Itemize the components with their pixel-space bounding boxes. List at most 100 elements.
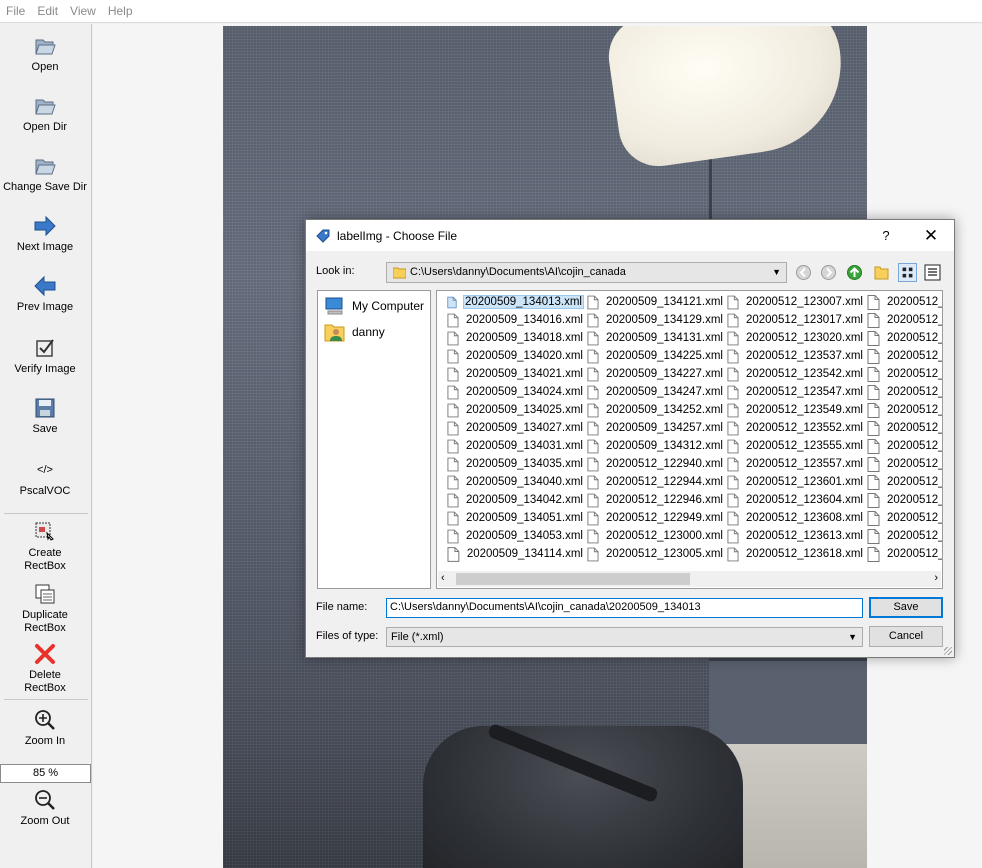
file-item[interactable]: 20200512_1 <box>863 365 942 383</box>
resize-grip[interactable] <box>944 647 952 655</box>
file-item[interactable]: 20200512_1 <box>863 419 942 437</box>
file-item[interactable]: 20200509_134031.xml <box>443 437 583 455</box>
list-view-icon[interactable] <box>898 263 917 282</box>
pascal-voc-button[interactable]: </> PscalVOC <box>0 458 90 498</box>
save-button[interactable]: Save <box>0 396 90 436</box>
open-dir-button[interactable]: Open Dir <box>0 94 90 134</box>
file-item[interactable]: 20200512_123005.xml <box>583 545 723 563</box>
file-item[interactable]: 20200512_123552.xml <box>723 419 863 437</box>
file-item[interactable]: 20200509_134018.xml <box>443 329 583 347</box>
file-item[interactable]: 20200512_123549.xml <box>723 401 863 419</box>
scroll-right-icon[interactable]: › <box>934 572 938 584</box>
file-item[interactable]: 20200509_134131.xml <box>583 329 723 347</box>
cancel-button[interactable]: Cancel <box>869 626 943 647</box>
file-item[interactable]: 20200509_134129.xml <box>583 311 723 329</box>
file-item[interactable]: 20200512_123557.xml <box>723 455 863 473</box>
file-item[interactable]: 20200512_122949.xml <box>583 509 723 527</box>
zoom-value-spinbox[interactable]: 85 % <box>0 764 91 783</box>
open-button[interactable]: Open <box>0 34 90 74</box>
file-item[interactable]: 20200512_123000.xml <box>583 527 723 545</box>
back-icon[interactable] <box>794 263 813 282</box>
file-item[interactable]: 20200512_1 <box>863 455 942 473</box>
menu-file[interactable]: File <box>0 0 31 23</box>
forward-icon[interactable] <box>819 263 838 282</box>
file-item[interactable]: 20200509_134051.xml <box>443 509 583 527</box>
file-item[interactable]: 20200512_123601.xml <box>723 473 863 491</box>
file-item[interactable]: 20200512_122940.xml <box>583 455 723 473</box>
create-rectbox-button[interactable]: Create RectBox <box>0 520 90 573</box>
file-item[interactable]: 20200512_123608.xml <box>723 509 863 527</box>
verify-image-button[interactable]: Verify Image <box>0 336 90 376</box>
file-item[interactable]: 20200509_134035.xml <box>443 455 583 473</box>
place-user-danny[interactable]: danny <box>324 321 385 343</box>
file-item[interactable]: 20200512_123555.xml <box>723 437 863 455</box>
file-item[interactable]: 20200512_1 <box>863 401 942 419</box>
file-item[interactable]: 20200512_123537.xml <box>723 347 863 365</box>
detail-view-icon[interactable] <box>923 263 942 282</box>
file-item[interactable]: 20200512_123604.xml <box>723 491 863 509</box>
file-item[interactable]: 20200509_134016.xml <box>443 311 583 329</box>
file-item[interactable]: 20200509_134257.xml <box>583 419 723 437</box>
zoom-out-button[interactable]: Zoom Out <box>0 788 90 828</box>
file-item[interactable]: 20200509_134114.xml <box>443 545 583 563</box>
help-button[interactable]: ? <box>864 220 908 251</box>
menu-view[interactable]: View <box>64 0 102 23</box>
save-file-button[interactable]: Save <box>869 597 943 618</box>
duplicate-rectbox-button[interactable]: Duplicate RectBox <box>0 582 90 635</box>
file-item[interactable]: 20200509_134053.xml <box>443 527 583 545</box>
file-name-input[interactable]: C:\Users\danny\Documents\AI\cojin_canada… <box>386 598 863 618</box>
file-item[interactable]: 20200509_134013.xml <box>443 293 585 311</box>
parent-directory-icon[interactable] <box>845 263 864 282</box>
file-item[interactable]: 20200512_123020.xml <box>723 329 863 347</box>
prev-image-button[interactable]: Prev Image <box>0 274 90 314</box>
zoom-in-button[interactable]: Zoom In <box>0 708 90 748</box>
next-image-button[interactable]: Next Image <box>0 214 90 254</box>
file-item[interactable]: 20200512_1 <box>863 311 942 329</box>
change-save-dir-button[interactable]: Change Save Dir <box>0 154 90 194</box>
file-item[interactable]: 20200509_134025.xml <box>443 401 583 419</box>
file-item[interactable]: 20200512_1 <box>863 293 942 311</box>
scrollbar-thumb[interactable] <box>456 573 690 585</box>
menu-edit[interactable]: Edit <box>31 0 64 23</box>
file-item[interactable]: 20200512_123547.xml <box>723 383 863 401</box>
file-item[interactable]: 20200512_1 <box>863 437 942 455</box>
close-button[interactable]: ✕ <box>908 220 954 251</box>
file-item[interactable]: 20200512_1 <box>863 491 942 509</box>
file-item[interactable]: 20200509_134252.xml <box>583 401 723 419</box>
place-my-computer[interactable]: My Computer <box>324 295 424 317</box>
file-item[interactable]: 20200509_134227.xml <box>583 365 723 383</box>
file-item[interactable]: 20200512_123613.xml <box>723 527 863 545</box>
file-item[interactable]: 20200512_1 <box>863 509 942 527</box>
file-item[interactable]: 20200512_123017.xml <box>723 311 863 329</box>
file-item[interactable]: 20200509_134024.xml <box>443 383 583 401</box>
file-item[interactable]: 20200509_134247.xml <box>583 383 723 401</box>
file-item[interactable]: 20200509_134042.xml <box>443 491 583 509</box>
file-item[interactable]: 20200512_123542.xml <box>723 365 863 383</box>
file-item[interactable]: 20200509_134121.xml <box>583 293 723 311</box>
dialog-title-bar[interactable]: labelImg - Choose File ? ✕ <box>306 220 954 251</box>
files-of-type-dropdown[interactable]: File (*.xml) ▼ <box>386 627 863 647</box>
file-item[interactable]: 20200512_1 <box>863 383 942 401</box>
file-item[interactable]: 20200512_123618.xml <box>723 545 863 563</box>
file-item[interactable]: 20200512_1 <box>863 329 942 347</box>
file-list[interactable]: 20200512_1 20200512_1 20200512_1 20200512_1… <box>436 290 943 589</box>
file-item[interactable]: 20200509_134027.xml <box>443 419 583 437</box>
new-folder-icon[interactable] <box>872 263 891 282</box>
file-item[interactable]: 20200512_123007.xml <box>723 293 863 311</box>
file-item[interactable]: 20200512_122946.xml <box>583 491 723 509</box>
file-item[interactable]: 20200509_134312.xml <box>583 437 723 455</box>
file-item[interactable]: 20200509_134021.xml <box>443 365 583 383</box>
file-item[interactable]: 20200509_134040.xml <box>443 473 583 491</box>
file-item[interactable]: 20200512_1 <box>863 347 942 365</box>
scroll-left-icon[interactable]: ‹ <box>441 572 445 584</box>
file-item[interactable]: 20200512_1 <box>863 473 942 491</box>
file-item[interactable]: 20200512_122944.xml <box>583 473 723 491</box>
look-in-dropdown[interactable]: C:\Users\danny\Documents\AI\cojin_canada… <box>386 262 787 283</box>
menu-help[interactable]: Help <box>102 0 139 23</box>
file-item[interactable]: 20200509_134225.xml <box>583 347 723 365</box>
file-item[interactable]: 20200509_134020.xml <box>443 347 583 365</box>
delete-rectbox-button[interactable]: Delete RectBox <box>0 642 90 695</box>
file-item[interactable]: 20200512_1 <box>863 545 942 563</box>
file-item[interactable]: 20200512_1 <box>863 527 942 545</box>
horizontal-scrollbar[interactable]: ‹ › <box>438 571 941 587</box>
